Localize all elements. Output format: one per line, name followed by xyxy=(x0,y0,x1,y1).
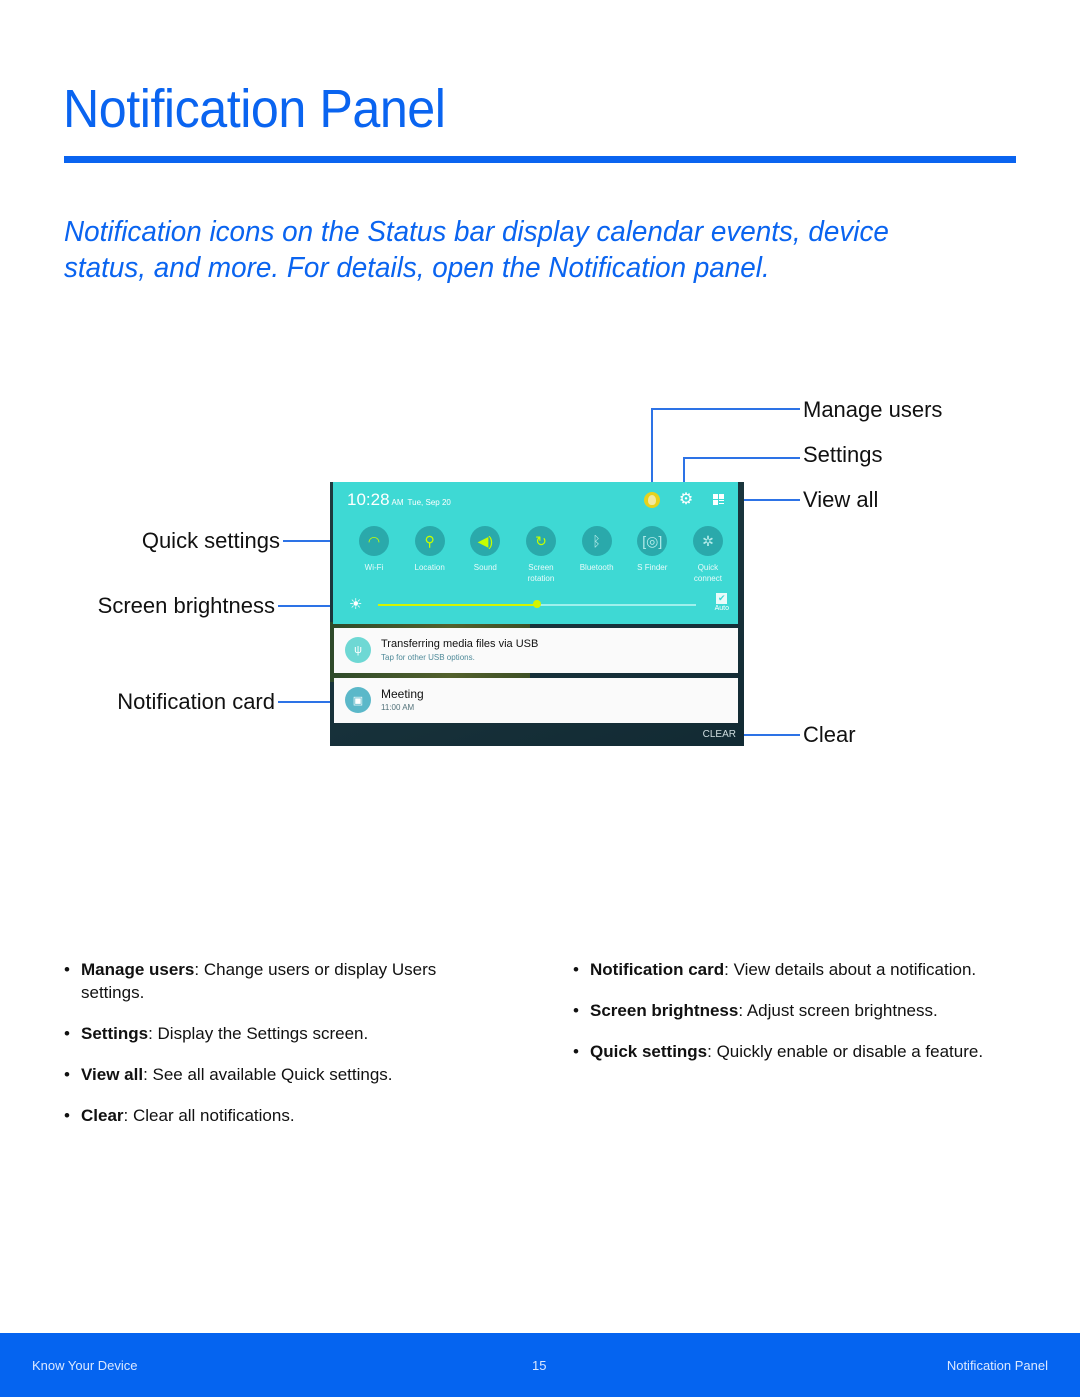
bullet-desc: : Adjust screen brightness. xyxy=(738,1001,938,1020)
bullet-term: Manage users xyxy=(81,960,195,979)
tile-location[interactable]: ⚲ Location xyxy=(407,526,453,584)
callout-notification-card: Notification card xyxy=(117,689,275,714)
bullet-term: Notification card xyxy=(590,960,725,979)
page-footer: Know Your Device 15 Notification Panel xyxy=(0,1333,1080,1397)
footer-section: Know Your Device xyxy=(32,1358,138,1373)
notification-card-usb[interactable]: ψ Transferring media files via USB Tap f… xyxy=(334,628,738,673)
callout-line-manage-users-v xyxy=(651,408,653,492)
usb-icon: ψ xyxy=(345,637,371,663)
bullet-item: Manage users: Change users or display Us… xyxy=(64,958,504,1004)
bullet-term: View all xyxy=(81,1065,144,1084)
notification-subtitle: 11:00 AM xyxy=(381,703,415,712)
bullet-desc: : Clear all notifications. xyxy=(123,1106,295,1125)
brightness-auto-icon: ☀ xyxy=(349,596,363,613)
bullet-item: Notification card: View details about a … xyxy=(573,958,993,981)
brightness-slider-fill xyxy=(378,604,537,606)
quick-settings-tiles: ◠ Wi-Fi ⚲ Location ◀) Sound ↻ Screen rot… xyxy=(351,526,731,584)
tile-screen-rotation[interactable]: ↻ Screen rotation xyxy=(518,526,564,584)
wifi-icon: ◠ xyxy=(359,526,389,556)
calendar-icon: ▣ xyxy=(345,687,371,713)
clock-ampm: AM xyxy=(391,498,404,507)
clock-date: Tue, Sep 20 xyxy=(407,498,451,507)
footer-page-number: 15 xyxy=(532,1358,547,1373)
title-rule xyxy=(64,156,1016,163)
tile-label: Location xyxy=(414,563,445,572)
callout-line-manage-users xyxy=(651,408,800,410)
quick-connect-icon: ✲ xyxy=(692,526,723,556)
screen-rotation-icon: ↻ xyxy=(525,526,556,556)
page-title: Notification Panel xyxy=(63,79,446,139)
callout-screen-brightness: Screen brightness xyxy=(97,593,275,618)
tile-s-finder[interactable]: [◎] S Finder xyxy=(629,526,675,584)
tile-label: Sound xyxy=(473,563,497,572)
brightness-control: ☀ ✔ Auto xyxy=(349,593,729,615)
intro-text: Notification icons on the Status bar dis… xyxy=(64,216,889,284)
clock-time: 10:28 xyxy=(347,490,390,509)
callout-clear: Clear xyxy=(803,722,856,747)
tile-wifi[interactable]: ◠ Wi-Fi xyxy=(351,526,397,584)
bullet-desc: : Quickly enable or disable a feature. xyxy=(707,1042,984,1061)
bullet-item: View all: See all available Quick settin… xyxy=(64,1063,504,1086)
s-finder-icon: [◎] xyxy=(637,526,668,556)
bullet-desc: : See all available Quick settings. xyxy=(143,1065,393,1084)
notification-subtitle: Tap for other USB options. xyxy=(381,653,475,662)
bullet-desc: : Display the Settings screen. xyxy=(148,1024,369,1043)
bullet-term: Settings xyxy=(81,1024,149,1043)
bullet-list-left: Manage users: Change users or display Us… xyxy=(64,958,504,1145)
manage-users-icon[interactable] xyxy=(644,492,660,508)
brightness-slider[interactable] xyxy=(378,600,696,608)
clear-button[interactable]: CLEAR xyxy=(703,729,736,740)
callout-settings: Settings xyxy=(803,442,883,467)
tile-label: Bluetooth xyxy=(579,563,614,572)
bullet-desc: : View details about a notification. xyxy=(724,960,977,979)
callout-line-clear xyxy=(737,734,800,736)
bluetooth-icon: ᛒ xyxy=(581,526,612,556)
notification-panel-screenshot: 10:28 AM Tue, Sep 20 ⚙ ◠ Wi-Fi ⚲ Location … xyxy=(330,482,744,746)
callout-line-settings xyxy=(683,457,800,459)
brightness-slider-handle[interactable] xyxy=(533,600,541,608)
tile-sound[interactable]: ◀) Sound xyxy=(462,526,508,584)
checkmark-icon: ✔ xyxy=(716,593,728,604)
bullet-term: Screen brightness xyxy=(590,1001,739,1020)
quick-settings-panel: 10:28 AM Tue, Sep 20 ⚙ ◠ Wi-Fi ⚲ Location … xyxy=(333,482,738,624)
bullet-list-right: Notification card: View details about a … xyxy=(573,958,993,1081)
bullet-item: Quick settings: Quickly enable or disabl… xyxy=(573,1040,993,1063)
tile-label: Quick connect xyxy=(693,563,722,583)
callout-view-all: View all xyxy=(803,487,879,512)
tile-bluetooth[interactable]: ᛒ Bluetooth xyxy=(574,526,620,584)
bullet-item: Clear: Clear all notifications. xyxy=(64,1104,504,1127)
notification-title: Transferring media files via USB xyxy=(381,638,539,650)
callout-manage-users: Manage users xyxy=(803,397,943,422)
settings-gear-icon[interactable]: ⚙ xyxy=(678,492,694,508)
bullet-item: Screen brightness: Adjust screen brightn… xyxy=(573,999,993,1022)
footer-chapter: Notification Panel xyxy=(946,1358,1048,1373)
tile-label: S Finder xyxy=(637,563,668,572)
notification-title: Meeting xyxy=(381,687,424,701)
bullet-term: Clear xyxy=(81,1106,124,1125)
tile-quick-connect[interactable]: ✲ Quick connect xyxy=(685,526,731,584)
status-clock: 10:28 AM Tue, Sep 20 xyxy=(347,490,451,510)
notification-card-meeting[interactable]: ▣ Meeting 11:00 AM xyxy=(334,678,738,723)
location-pin-icon: ⚲ xyxy=(414,526,445,556)
callout-quick-settings: Quick settings xyxy=(141,528,280,553)
bullet-term: Quick settings xyxy=(590,1042,708,1061)
tile-label: Screen rotation xyxy=(527,563,555,583)
tile-label: Wi-Fi xyxy=(364,563,384,572)
auto-brightness-checkbox[interactable]: ✔ Auto xyxy=(715,593,729,612)
auto-label: Auto xyxy=(714,605,729,612)
bullet-item: Settings: Display the Settings screen. xyxy=(64,1022,504,1045)
view-all-icon[interactable] xyxy=(711,492,727,508)
speaker-icon: ◀) xyxy=(470,526,501,556)
